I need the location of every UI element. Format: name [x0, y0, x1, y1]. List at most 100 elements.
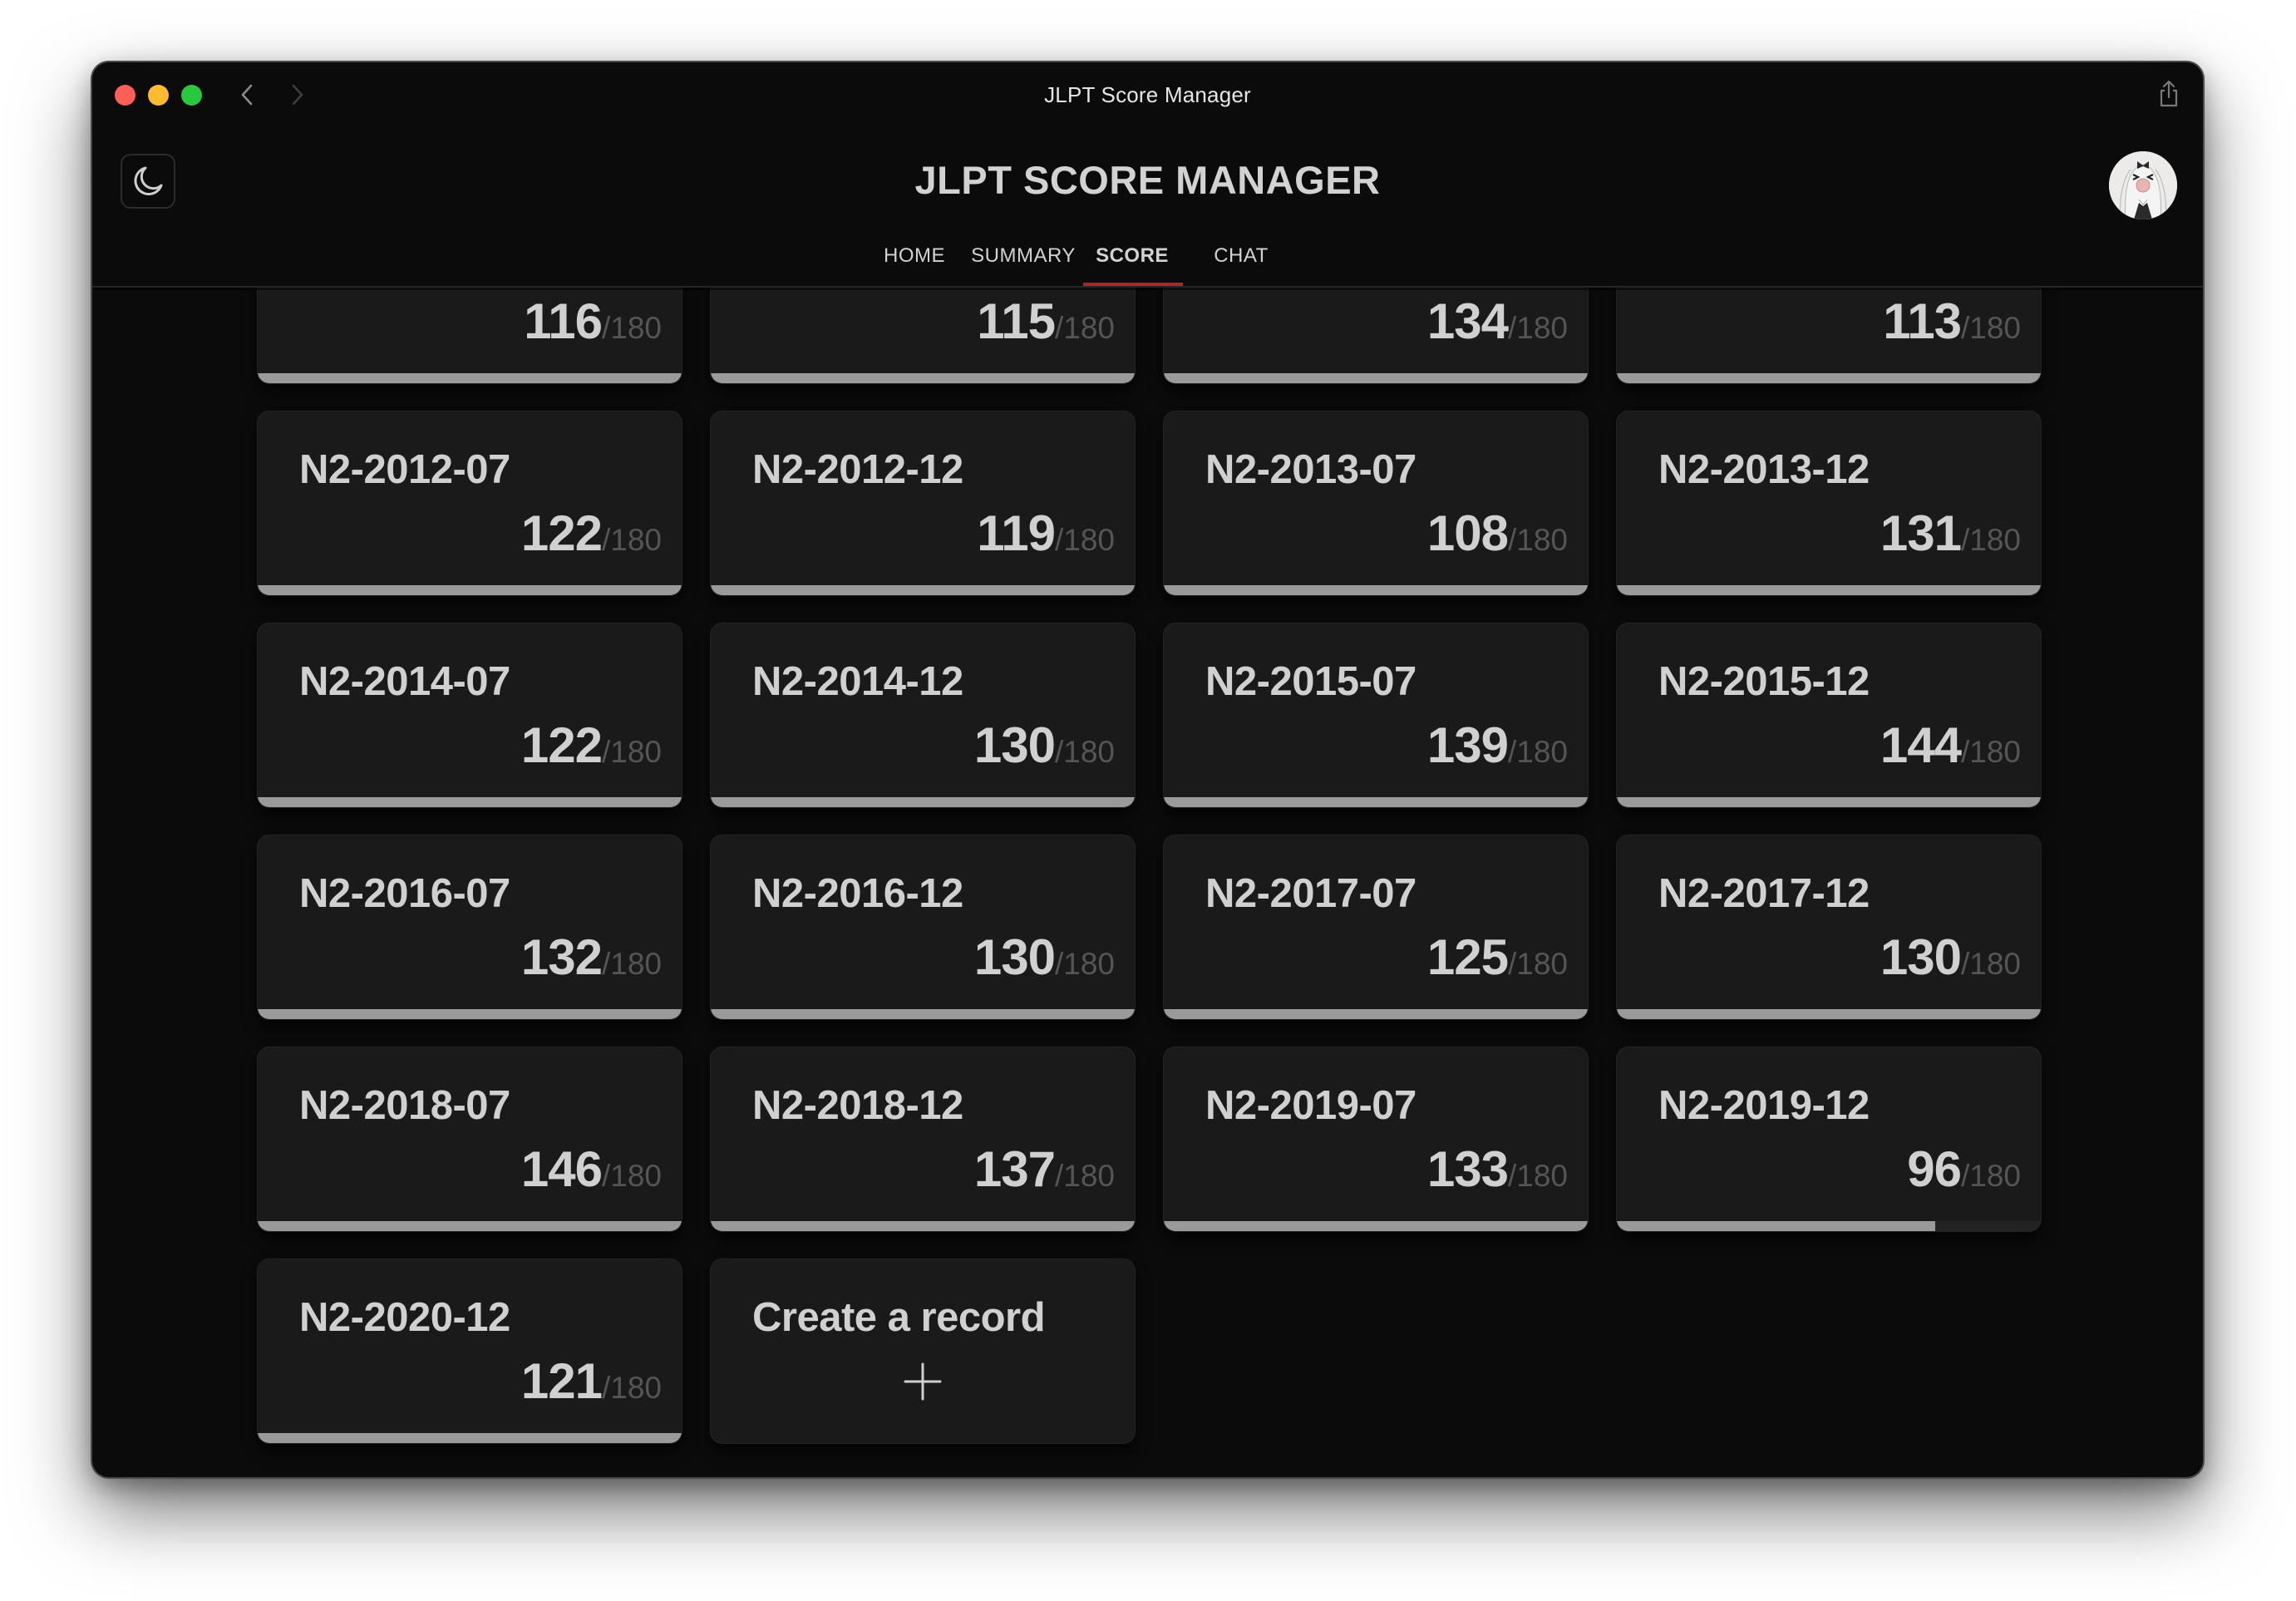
score-progress-bar — [1617, 1221, 2041, 1231]
score-max: /180 — [1054, 1159, 1115, 1193]
record-card[interactable]: N2-2017-12 130/180 — [1617, 835, 2041, 1019]
record-title: N2-2018-07 — [299, 1083, 510, 1128]
score-max: /180 — [601, 1159, 662, 1193]
record-title: N2-2016-12 — [752, 871, 963, 916]
record-card[interactable]: N2-2013-12 131/180 — [1617, 411, 2041, 595]
score-progress-bar — [1617, 797, 2041, 807]
tab-score[interactable]: SCORE — [1066, 229, 1199, 283]
score-progress-bar — [1164, 585, 1588, 595]
record-card[interactable]: 116/180 — [258, 288, 682, 383]
score-value: 115 — [977, 293, 1056, 349]
score-progress-bar — [711, 373, 1135, 383]
score-value: 130 — [1880, 929, 1962, 985]
score-progress-bar — [258, 585, 682, 595]
record-score: 131/180 — [1880, 505, 2021, 562]
record-score: 113/180 — [1883, 293, 2021, 350]
score-progress-bar — [1617, 373, 2041, 383]
main-nav: HOME SUMMARY SCORE CHAT — [92, 229, 2203, 287]
tab-home[interactable]: HOME — [869, 229, 960, 283]
window-title: JLPT Score Manager — [1044, 82, 1251, 107]
share-icon — [2160, 80, 2178, 107]
record-score: 137/180 — [974, 1140, 1115, 1198]
record-card[interactable]: N2-2014-12 130/180 — [711, 623, 1135, 807]
record-card[interactable]: N2-2017-07 125/180 — [1164, 835, 1588, 1019]
avatar-icon — [2109, 151, 2177, 219]
record-card[interactable]: N2-2014-07 122/180 — [258, 623, 682, 807]
record-score: 125/180 — [1427, 929, 1568, 986]
user-avatar[interactable] — [2109, 151, 2177, 219]
tab-chat[interactable]: CHAT — [1195, 229, 1287, 283]
score-progress-fill — [258, 585, 682, 595]
record-score: 108/180 — [1427, 505, 1568, 562]
record-score: 119/180 — [977, 505, 1115, 562]
record-card[interactable]: N2-2016-12 130/180 — [711, 835, 1135, 1019]
record-card[interactable]: N2-2015-07 139/180 — [1164, 623, 1588, 807]
record-title: N2-2015-12 — [1658, 659, 1870, 704]
record-card[interactable]: N2-2016-07 132/180 — [258, 835, 682, 1019]
score-value: 108 — [1426, 505, 1509, 561]
record-card[interactable]: N2-2015-12 144/180 — [1617, 623, 2041, 807]
score-value: 130 — [973, 717, 1056, 773]
record-title: N2-2017-12 — [1658, 871, 1870, 916]
score-max: /180 — [1507, 735, 1568, 769]
record-card[interactable]: N2-2019-07 133/180 — [1164, 1047, 1588, 1231]
score-max: /180 — [1960, 1159, 2021, 1193]
record-title: N2-2020-12 — [299, 1295, 510, 1340]
record-score: 115/180 — [977, 293, 1115, 350]
record-score: 130/180 — [1880, 929, 2021, 986]
score-progress-fill — [711, 1221, 1135, 1231]
score-progress-fill — [1617, 585, 2041, 595]
score-progress-fill — [258, 373, 682, 383]
record-card[interactable]: N2-2018-07 146/180 — [258, 1047, 682, 1231]
score-progress-bar — [711, 585, 1135, 595]
score-max: /180 — [1054, 523, 1115, 557]
app-window: JLPT Score Manager JLPT SCORE MANAGER HO… — [92, 62, 2203, 1477]
share-button[interactable] — [2156, 79, 2181, 109]
record-card[interactable]: N2-2012-07 122/180 — [258, 411, 682, 595]
record-title: N2-2015-07 — [1205, 659, 1417, 704]
record-card[interactable]: N2-2018-12 137/180 — [711, 1047, 1135, 1231]
record-title: N2-2014-07 — [299, 659, 510, 704]
record-card[interactable]: 113/180 — [1617, 288, 2041, 383]
record-score: 130/180 — [974, 929, 1115, 986]
create-record-button[interactable]: Create a record — [711, 1259, 1135, 1443]
score-max: /180 — [1960, 523, 2021, 557]
score-max: /180 — [1960, 311, 2021, 345]
score-max: /180 — [1054, 735, 1115, 769]
score-progress-bar — [258, 1433, 682, 1443]
record-title: N2-2014-12 — [752, 659, 963, 704]
create-record-label: Create a record — [752, 1295, 1046, 1340]
score-value: 113 — [1883, 293, 1962, 349]
score-records-area[interactable]: 116/180 115/180 134/180 113/180 N2-2012-… — [92, 288, 2203, 1477]
score-value: 134 — [1426, 293, 1509, 349]
score-progress-fill — [1164, 1221, 1588, 1231]
record-score: 132/180 — [521, 929, 662, 986]
record-card[interactable]: N2-2020-12 121/180 — [258, 1259, 682, 1443]
score-progress-bar — [1617, 1009, 2041, 1019]
score-value: 144 — [1880, 717, 1962, 773]
record-score: 130/180 — [974, 717, 1115, 774]
score-progress-bar — [1617, 585, 2041, 595]
score-progress-fill — [711, 1009, 1135, 1019]
record-card[interactable]: N2-2012-12 119/180 — [711, 411, 1135, 595]
record-score: 122/180 — [521, 505, 662, 562]
record-card[interactable]: N2-2019-12 96/180 — [1617, 1047, 2041, 1231]
record-title: N2-2017-07 — [1205, 871, 1417, 916]
record-title: N2-2019-07 — [1205, 1083, 1417, 1128]
score-progress-fill — [258, 1221, 682, 1231]
record-card[interactable]: 134/180 — [1164, 288, 1588, 383]
record-card[interactable]: 115/180 — [711, 288, 1135, 383]
score-max: /180 — [601, 947, 662, 981]
score-progress-bar — [1164, 373, 1588, 383]
score-progress-bar — [1164, 1009, 1588, 1019]
score-value: 132 — [520, 929, 603, 985]
score-value: 125 — [1426, 929, 1509, 985]
score-progress-fill — [1617, 1009, 2041, 1019]
record-card[interactable]: N2-2013-07 108/180 — [1164, 411, 1588, 595]
score-progress-fill — [1164, 585, 1588, 595]
score-progress-bar — [258, 1221, 682, 1231]
score-max: /180 — [1054, 311, 1115, 345]
score-max: /180 — [1054, 947, 1115, 981]
score-max: /180 — [1507, 947, 1568, 981]
record-title: N2-2019-12 — [1658, 1083, 1870, 1128]
